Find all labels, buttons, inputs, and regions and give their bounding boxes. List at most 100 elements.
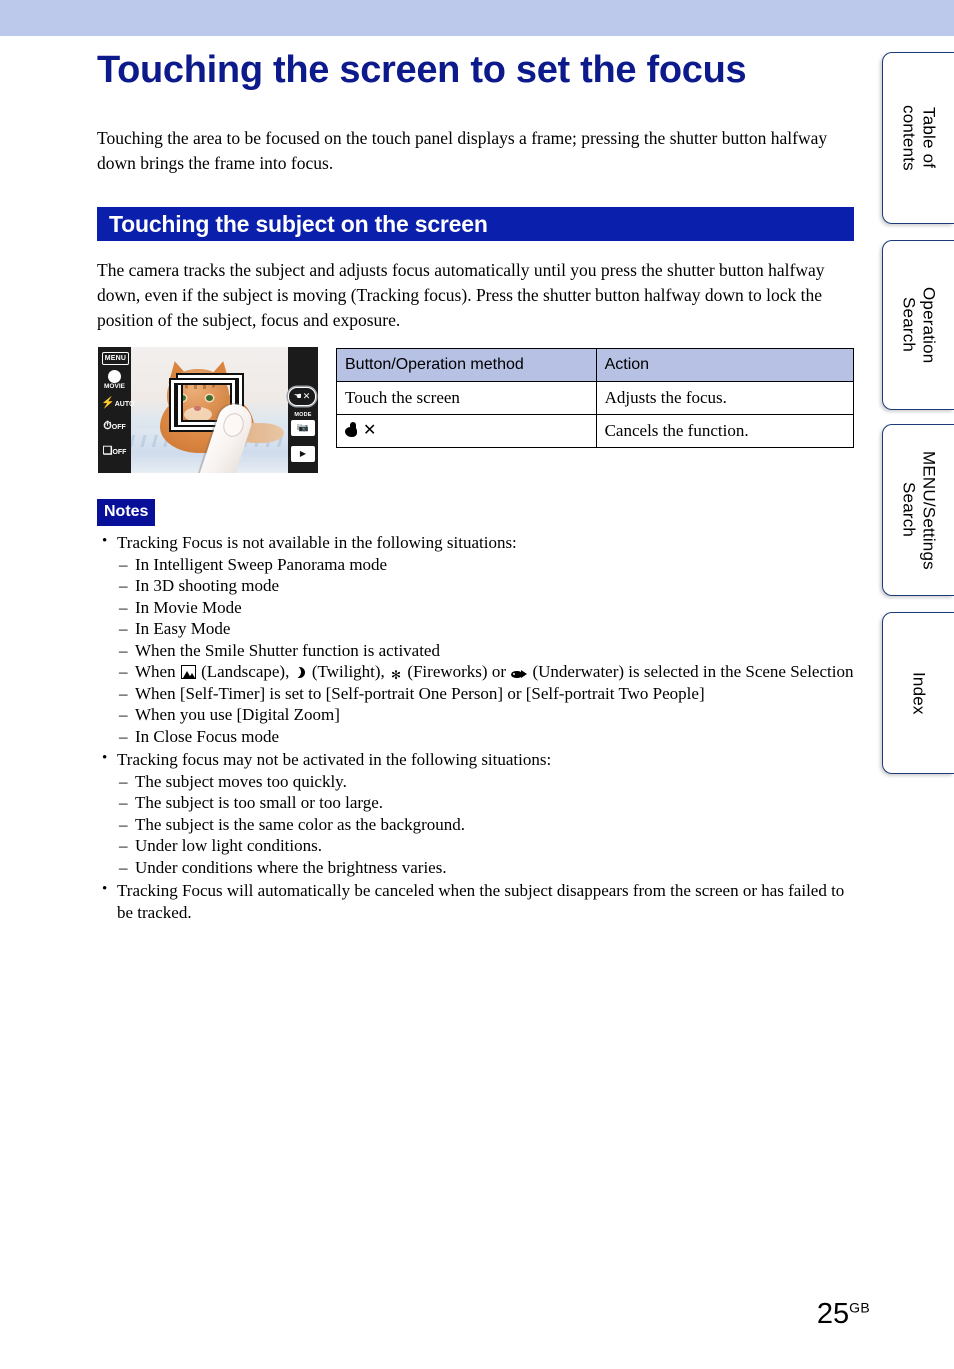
note-sub-item: – In Movie Mode (117, 597, 854, 619)
note-item: • Tracking Focus will automatically be c… (97, 880, 854, 923)
note-text: Tracking focus may not be activated in t… (117, 750, 552, 769)
note-sub-text: In Easy Mode (135, 619, 231, 638)
finger-nail (221, 411, 246, 439)
scene-mid1: (Landscape), (196, 662, 294, 681)
note-sub-text: In Movie Mode (135, 597, 242, 617)
table-row: ✕ Cancels the function. (336, 414, 855, 448)
self-timer-glyph: ⏱ (103, 420, 112, 432)
lcd-right-toolbar: ☚ ✕ MODE i📷 ▶ (288, 347, 318, 473)
dash-glyph: – (119, 662, 128, 681)
lcd-left-toolbar: MENU MOVIE ⚡AUTO ⏱OFF ❏OFF (98, 347, 134, 473)
side-tab-navigation: Table of contents Operation Search MENU/… (878, 0, 954, 1369)
cell-method-touch: Touch the screen (336, 381, 597, 415)
note-sub-text: The subject moves too quickly. (135, 771, 347, 791)
section-body-paragraph: The camera tracks the subject and adjust… (97, 260, 825, 330)
note-item: • Tracking Focus is not available in the… (97, 532, 854, 747)
scene-mid2: (Twilight), (307, 662, 390, 681)
camera-lcd-figure: MENU MOVIE ⚡AUTO ⏱OFF ❏OFF ☚ ✕ MODE i📷 ▶ (98, 347, 318, 473)
sidebar-tab-label: Table of contents (899, 105, 939, 171)
note-text: Tracking Focus will automatically be can… (117, 881, 845, 922)
shooting-mode-icon[interactable]: MODE i📷 (291, 412, 315, 436)
note-sub-list: – The subject moves too quickly. – The sub… (117, 771, 854, 879)
menu-icon[interactable]: MENU (102, 352, 129, 365)
note-sub-text: When you use [Digital Zoom] (135, 705, 340, 724)
operation-table: Button/Operation method Action Touch the… (336, 348, 855, 448)
note-sub-text: In 3D shooting mode (135, 576, 280, 595)
column-header-method: Button/Operation method (336, 348, 597, 382)
fish-tail (521, 670, 528, 678)
self-timer-icon[interactable]: ⏱OFF (101, 421, 128, 432)
dash-glyph: – (119, 771, 128, 791)
note-sub-item: – In Intelligent Sweep Panorama mode (117, 554, 854, 576)
dash-glyph: – (119, 640, 128, 660)
sidebar-tab-label: MENU/Settings Search (899, 450, 939, 570)
flash-bolt-glyph: ⚡ (101, 397, 115, 409)
notes-list: • Tracking Focus is not available in the… (97, 532, 854, 923)
dash-glyph: – (119, 705, 128, 724)
scene-mid3: (Fireworks) or (403, 662, 511, 681)
cell-action-cancel: Cancels the function. (595, 414, 855, 448)
sidebar-tab-menu-settings-search[interactable]: MENU/Settings Search (882, 424, 954, 596)
sidebar-tab-label: Operation Search (899, 286, 939, 364)
section-heading-text: Touching the subject on the screen (109, 210, 488, 237)
pointing-hand-palm (345, 427, 357, 438)
dash-glyph: – (119, 836, 128, 855)
page-title: Touching the screen to set the focus (97, 49, 747, 91)
self-timer-label: OFF (111, 424, 126, 431)
dash-glyph: – (119, 597, 128, 617)
hand-glyph: ☚ (293, 391, 302, 401)
bullet-glyph: • (102, 533, 108, 549)
bullet-glyph: • (102, 881, 108, 897)
note-sub-item: – When the Smile Shutter function is acti… (117, 640, 854, 662)
playback-icon[interactable]: ▶ (291, 446, 315, 462)
notes-badge: Notes (97, 499, 156, 526)
dash-glyph: – (119, 793, 128, 812)
cancel-x-label: ✕ (302, 391, 311, 401)
movie-mode-icon[interactable]: MOVIE (102, 370, 127, 391)
twilight-moon-icon (294, 667, 307, 679)
table-header-row: Button/Operation method Action (336, 348, 855, 382)
content-column: Touching the screen to set the focus Tou… (97, 36, 855, 923)
note-sub-list: – In Intelligent Sweep Panorama mode – In … (117, 554, 854, 748)
note-sub-text: Under conditions where the brightness va… (135, 857, 447, 877)
note-sub-item: – The subject moves too quickly. (117, 771, 854, 793)
cancel-tracking-icon[interactable]: ☚ ✕ (288, 387, 316, 406)
burst-mode-icon[interactable]: ❏OFF (101, 446, 128, 457)
note-sub-item: – In Close Focus mode (117, 726, 854, 748)
table-row: Touch the screen Adjusts the focus. (336, 381, 855, 415)
note-sub-text: In Intelligent Sweep Panorama mode (135, 554, 388, 574)
flash-auto-icon[interactable]: ⚡AUTO (101, 397, 134, 409)
burst-glyph: ❏ (102, 445, 113, 457)
figure-and-table-row: MENU MOVIE ⚡AUTO ⏱OFF ❏OFF ☚ ✕ MODE i📷 ▶… (97, 347, 855, 477)
sidebar-tab-operation-search[interactable]: Operation Search (882, 240, 954, 410)
note-sub-item: – When [Self-Timer] is set to [Self-portr… (117, 683, 854, 705)
dash-glyph: – (119, 726, 128, 746)
page-number: 25GB (817, 1298, 870, 1331)
bullet-glyph: • (102, 750, 108, 766)
close-icon: ✕ (363, 421, 377, 439)
dash-glyph: – (119, 814, 128, 834)
note-sub-text: Under low light conditions. (135, 836, 322, 855)
hand-cancel-icon: ✕ (345, 420, 376, 440)
page-number-value: 25 (816, 1298, 850, 1330)
shooting-mode-label: MODE (294, 412, 312, 418)
sidebar-tab-table-of-contents[interactable]: Table of contents (882, 52, 954, 224)
movie-mode-label: MOVIE (104, 383, 125, 390)
dash-glyph: – (119, 683, 128, 703)
note-sub-item: – The subject is the same color as the ba… (117, 814, 854, 836)
sidebar-tab-index[interactable]: Index (882, 612, 954, 774)
note-sub-item: – The subject is too small or too large. (117, 792, 854, 814)
scene-suffix: (Underwater) is selected in the Scene Se… (528, 662, 854, 681)
scene-prefix: When (135, 662, 180, 681)
intro-paragraph: Touching the area to be focused on the t… (97, 128, 828, 173)
note-sub-text: When the Smile Shutter function is activ… (135, 640, 440, 660)
note-sub-item: – When you use [Digital Zoom] (117, 704, 854, 726)
sidebar-tab-label: Index (909, 671, 929, 715)
section-heading-bar: Touching the subject on the screen (97, 207, 854, 241)
burst-label: OFF (112, 449, 127, 456)
flash-auto-label: AUTO (114, 401, 135, 408)
note-sub-item: – In 3D shooting mode (117, 575, 854, 597)
note-sub-text: The subject is too small or too large. (135, 793, 384, 812)
fireworks-icon: ✻ (391, 668, 402, 682)
movie-record-dot (108, 370, 121, 383)
